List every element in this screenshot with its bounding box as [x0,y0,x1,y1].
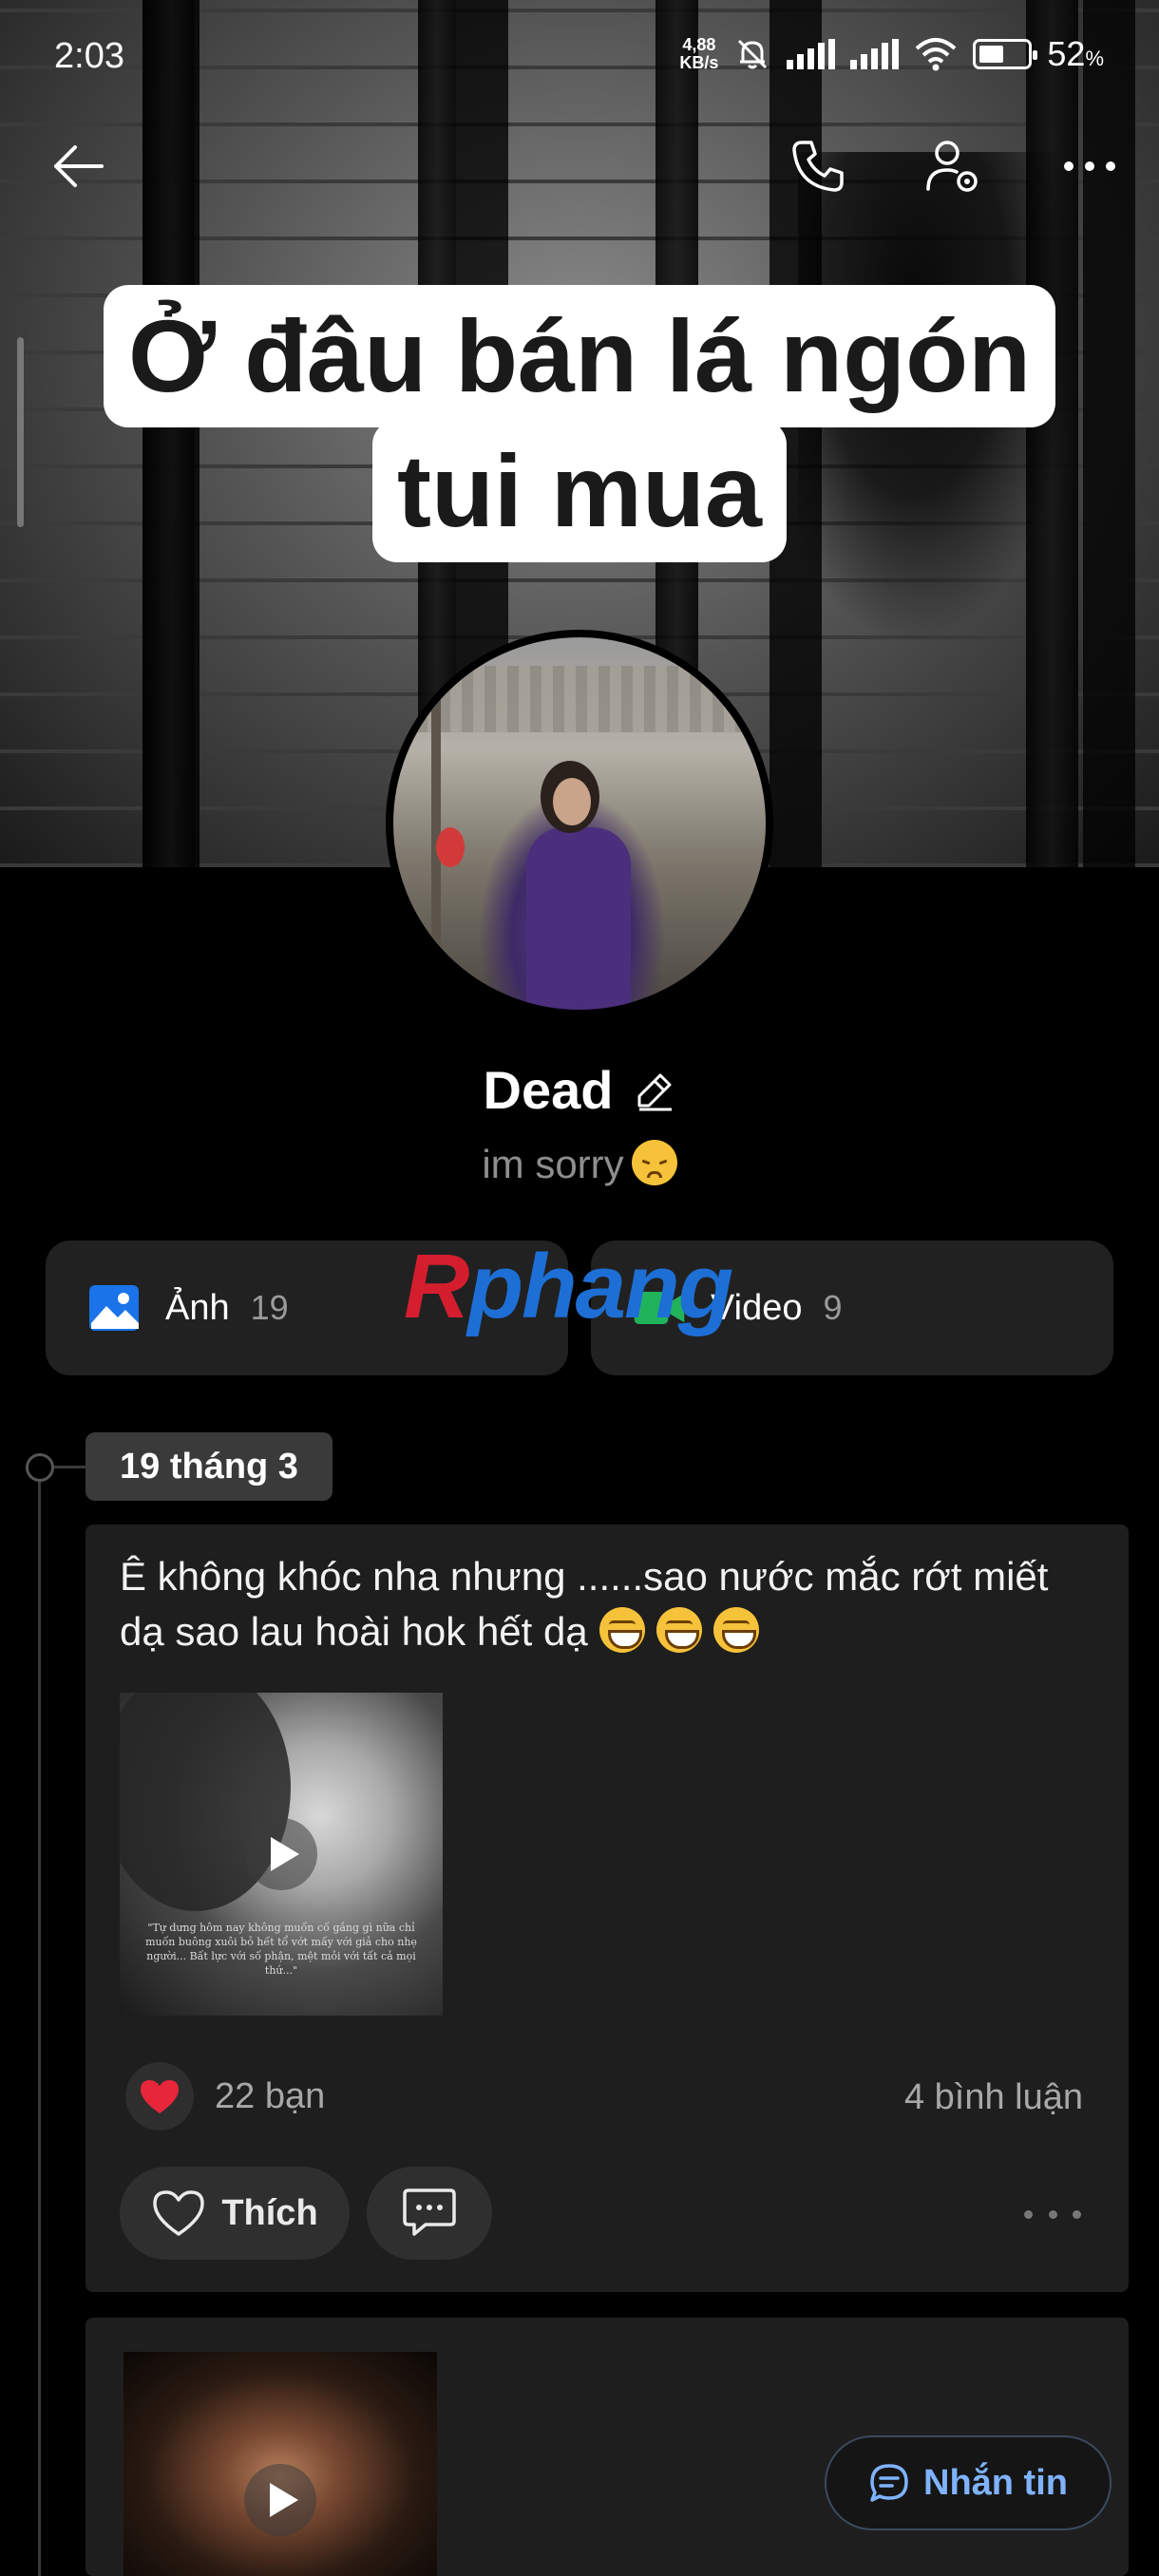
more-dot [1024,2209,1033,2219]
timeline-tick [54,1466,86,1468]
video-caption-text: "Tự dưng hôm nay không muốn cố gắng gì n… [145,1922,417,1977]
post-text: Ê không khóc nha nhưng ......sao nước mắ… [120,1554,1049,1654]
photos-label: Ảnh [165,1287,230,1328]
wifi-icon [916,38,957,71]
more-dot [1048,2209,1057,2219]
post-video-thumbnail[interactable]: "Tự dưng hôm nay không muốn cố gắng gì n… [120,1693,443,2016]
grinning-face-icon [598,1607,645,1653]
battery-percent: 52% [1047,34,1104,73]
post-card: Ê không khóc nha nhưng ......sao nước mắ… [86,1525,1129,2292]
battery-icon [973,39,1038,69]
status-bar: 2:03 4,88 KB/s 52% [0,0,1159,114]
like-button[interactable]: Thích [120,2167,350,2260]
back-button[interactable] [46,133,112,199]
more-icon [1064,161,1115,171]
grinning-face-icon [656,1607,702,1653]
call-button[interactable] [785,133,851,199]
net-speed: 4,88 KB/s [679,35,719,72]
cover-caption: Ở đâu bán lá ngón tui mua [0,285,1159,562]
like-label: Thích [221,2192,318,2233]
comment-icon [403,2188,456,2236]
status-icons: 4,88 KB/s 52% [679,34,1104,74]
more-options-button[interactable] [1056,133,1123,199]
mute-bell-icon [738,39,768,69]
chat-bubble-icon [870,2464,908,2502]
message-label: Nhắn tin [923,2462,1068,2503]
user-settings-icon [926,141,978,192]
cover-caption-line: tui mua [371,420,787,562]
status-time: 2:03 [54,36,124,76]
post-video-thumbnail[interactable] [124,2352,437,2576]
signal-icon [850,39,900,69]
cover-caption-line: Ở đâu bán lá ngón [103,285,1056,427]
heart-reaction-icon [125,2062,194,2131]
grinning-face-icon [712,1607,759,1653]
profile-name: Dead [483,1060,614,1120]
photo-icon [89,1285,139,1331]
disappointed-face-icon [631,1140,677,1185]
profile-bio: im sorry [0,1140,1159,1187]
reaction-summary[interactable]: 22 bạn [125,2062,325,2131]
profile-settings-button[interactable] [920,133,986,199]
heart-outline-icon [153,2190,205,2236]
photos-count: 19 [250,1288,289,1327]
comment-button[interactable] [367,2167,492,2260]
more-dot [1073,2209,1081,2219]
play-icon [245,1818,317,1890]
timeline-date: 19 tháng 3 [86,1432,332,1501]
avatar[interactable] [386,630,773,1017]
timeline-line [38,1468,41,2576]
edit-pencil-icon[interactable] [634,1070,675,1111]
post-more-button[interactable] [1024,2205,1081,2224]
reactions-count: 22 bạn [215,2075,326,2116]
message-button[interactable]: Nhắn tin [825,2435,1112,2530]
videos-count: 9 [823,1288,843,1327]
profile-name-row: Dead [0,1059,1159,1121]
play-icon [244,2464,316,2536]
signal-icon [787,39,836,69]
watermark-logo: Rphang [404,1236,733,1337]
timeline-dot [26,1453,54,1482]
back-arrow-icon [54,145,104,187]
comments-count[interactable]: 4 bình luận [904,2077,1083,2118]
phone-icon [792,141,844,192]
